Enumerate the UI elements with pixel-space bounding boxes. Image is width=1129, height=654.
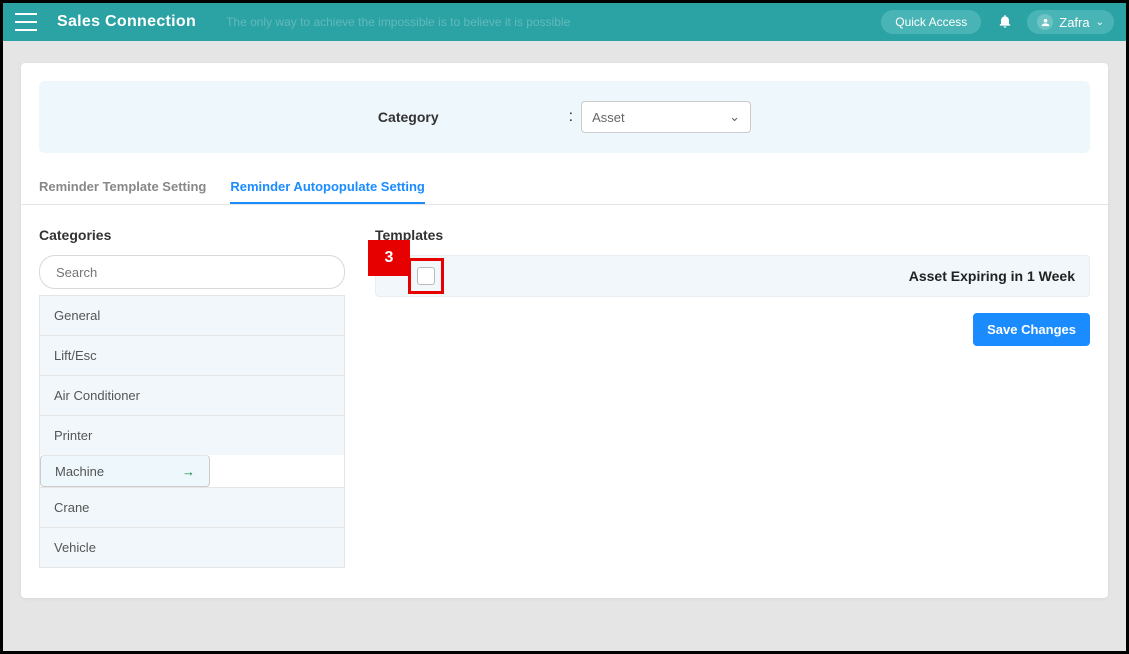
notification-bell-icon[interactable] bbox=[997, 13, 1013, 32]
category-select-wrap: : Asset ⌄ bbox=[569, 101, 751, 133]
categories-heading: Categories bbox=[39, 227, 345, 243]
chevron-down-icon: ⌄ bbox=[729, 109, 740, 125]
list-item[interactable]: Lift/Esc bbox=[40, 335, 344, 375]
search-input[interactable] bbox=[39, 255, 345, 289]
templates-heading: Templates bbox=[375, 227, 1090, 243]
colon-label: : bbox=[569, 108, 573, 126]
app-brand: Sales Connection bbox=[57, 13, 196, 31]
template-row: 3 Asset Expiring in 1 Week bbox=[375, 255, 1090, 297]
app-frame: Sales Connection The only way to achieve… bbox=[0, 0, 1129, 654]
save-changes-button[interactable]: Save Changes bbox=[973, 313, 1090, 346]
categories-column: Categories General Lift/Esc Air Conditio… bbox=[39, 227, 345, 568]
quick-access-button[interactable]: Quick Access bbox=[881, 10, 981, 34]
tab-reminder-template[interactable]: Reminder Template Setting bbox=[39, 171, 206, 204]
category-select-value: Asset bbox=[592, 110, 625, 125]
category-label: Category bbox=[378, 109, 439, 125]
template-checkbox[interactable] bbox=[417, 267, 435, 285]
template-title: Asset Expiring in 1 Week bbox=[909, 268, 1075, 284]
menu-icon[interactable] bbox=[15, 13, 37, 31]
user-menu[interactable]: Zafra ⌄ bbox=[1027, 10, 1114, 34]
list-item[interactable]: General bbox=[40, 295, 344, 335]
category-select[interactable]: Asset ⌄ bbox=[581, 101, 751, 133]
step-annotation-badge: 3 bbox=[368, 240, 410, 276]
list-item[interactable]: Crane bbox=[40, 487, 344, 527]
arrow-right-icon: → bbox=[182, 464, 195, 479]
templates-column: Templates 3 Asset Expiring in 1 Week Sav… bbox=[375, 227, 1090, 568]
category-filter-bar: Category : Asset ⌄ bbox=[39, 81, 1090, 153]
list-item[interactable]: Air Conditioner bbox=[40, 375, 344, 415]
list-item[interactable]: Printer bbox=[40, 415, 344, 455]
list-item[interactable]: Vehicle bbox=[40, 527, 344, 567]
tab-bar: Reminder Template Setting Reminder Autop… bbox=[21, 171, 1108, 205]
header-subtitle: The only way to achieve the impossible i… bbox=[226, 15, 570, 29]
top-bar: Sales Connection The only way to achieve… bbox=[3, 3, 1126, 41]
chevron-down-icon: ⌄ bbox=[1096, 17, 1104, 28]
checkbox-highlight-frame bbox=[408, 258, 444, 294]
user-name-label: Zafra bbox=[1059, 15, 1089, 30]
page-body: Category : Asset ⌄ Reminder Template Set… bbox=[3, 41, 1126, 620]
content-body: Categories General Lift/Esc Air Conditio… bbox=[21, 205, 1108, 598]
tab-reminder-autopopulate[interactable]: Reminder Autopopulate Setting bbox=[230, 171, 425, 204]
user-avatar-icon bbox=[1037, 14, 1053, 30]
settings-card: Category : Asset ⌄ Reminder Template Set… bbox=[21, 63, 1108, 598]
category-list: General Lift/Esc Air Conditioner Printer… bbox=[39, 295, 345, 568]
list-item-selected[interactable]: Machine → bbox=[40, 455, 210, 487]
